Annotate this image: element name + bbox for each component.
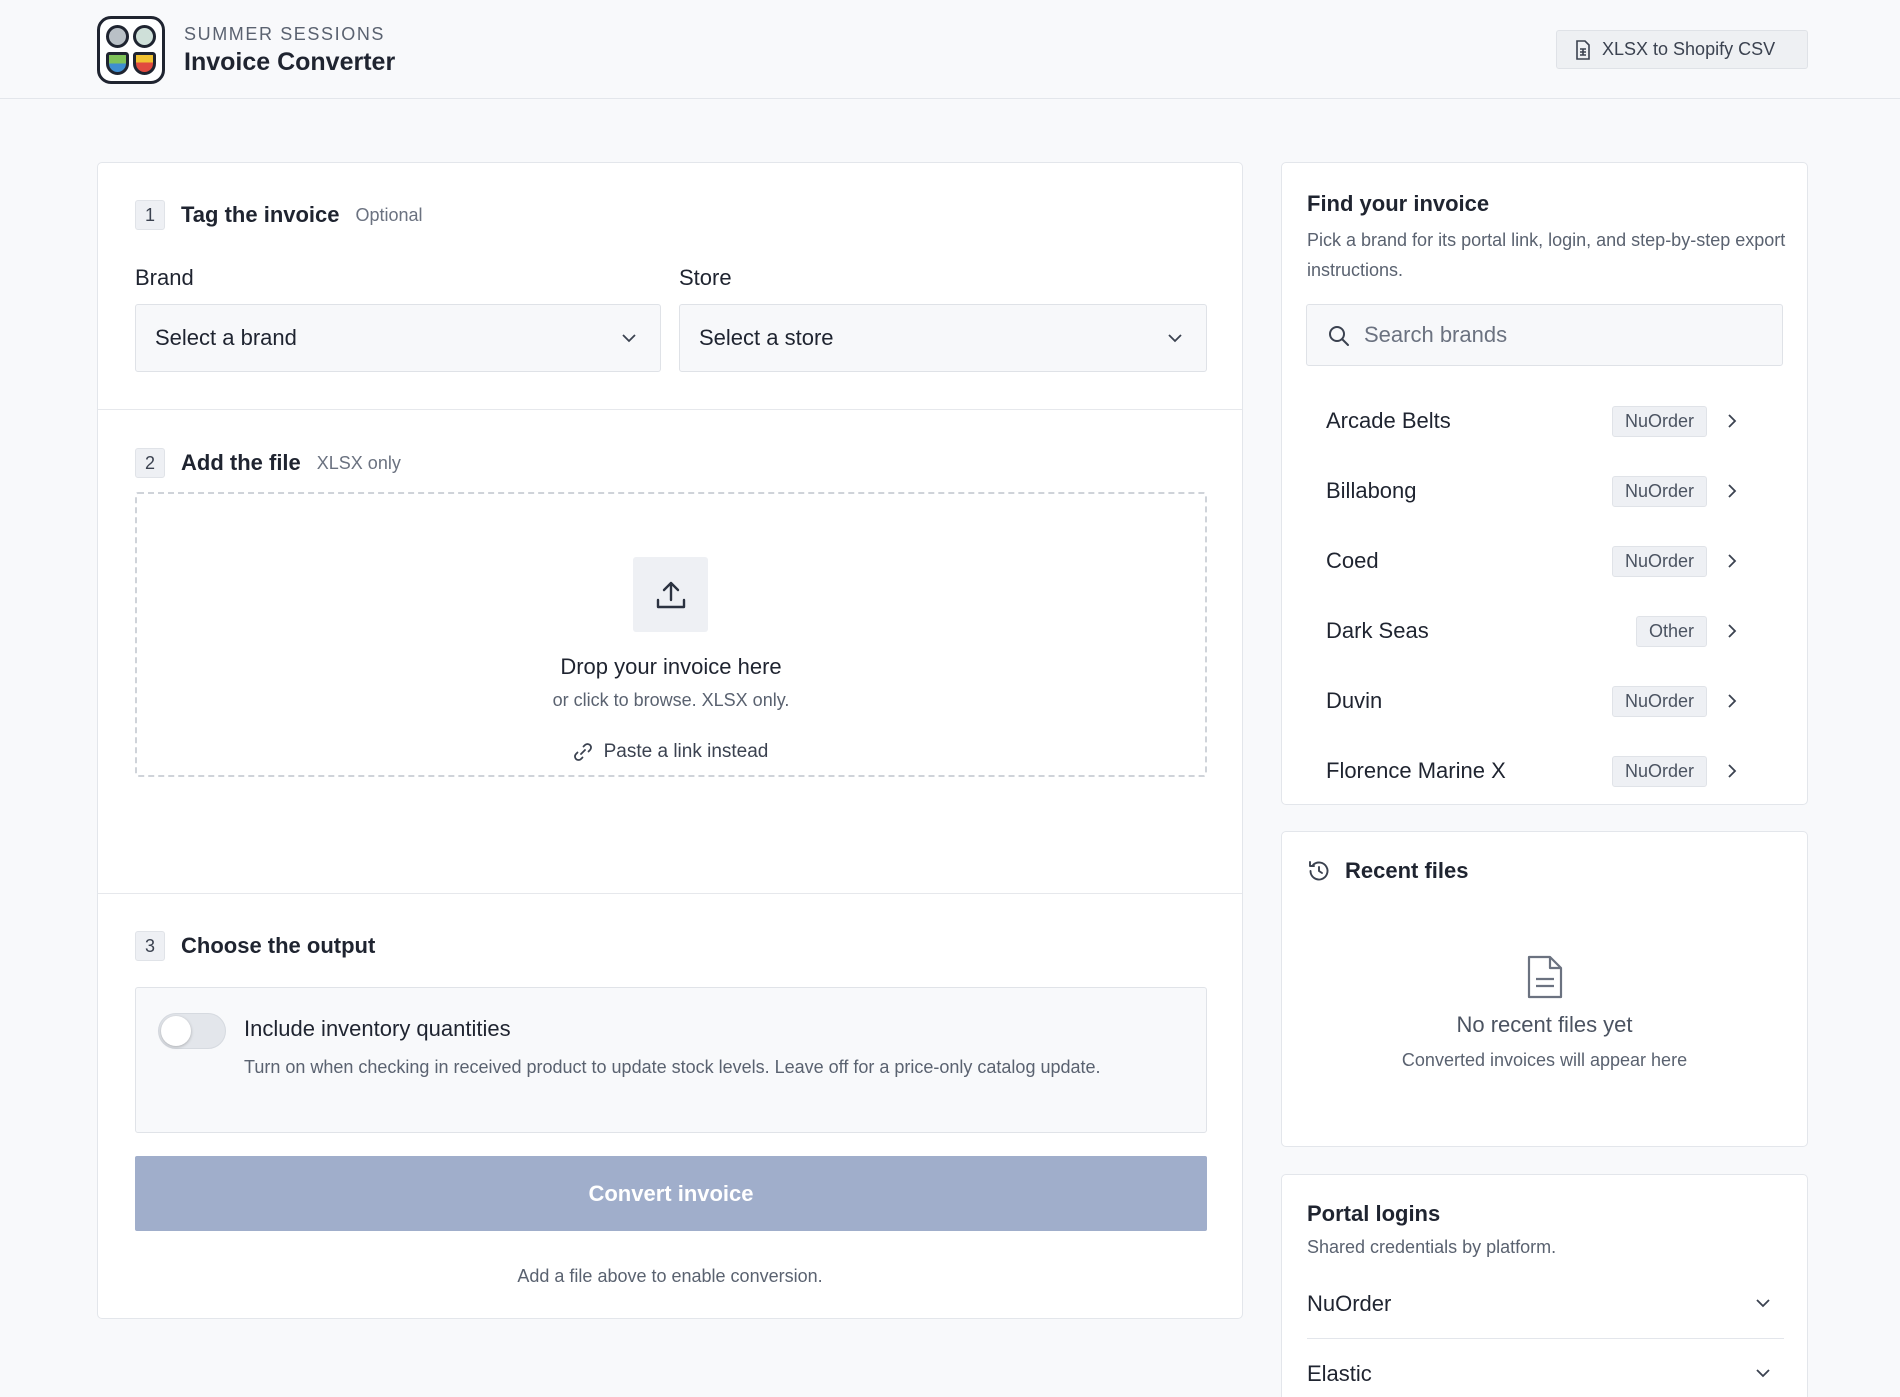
chevron-right-icon [1728, 414, 1737, 428]
search-icon [1329, 326, 1349, 346]
step-1-header: 1 Tag the invoice Optional [135, 200, 423, 230]
history-icon [1309, 861, 1329, 881]
step-number: 2 [135, 448, 165, 478]
link-icon [573, 743, 592, 761]
brand-name: Florence Marine X [1326, 758, 1506, 783]
brand-row[interactable]: Duvin NuOrder [1282, 666, 1807, 736]
portal-logins-description: Shared credentials by platform. [1307, 1237, 1557, 1257]
platform-tag: NuOrder [1611, 755, 1707, 787]
convert-invoice-button[interactable]: Convert invoice [135, 1156, 1207, 1231]
inventory-title: Include inventory quantities [244, 1016, 511, 1041]
choose-output-section: 3 Choose the output Include inventory qu… [98, 894, 1242, 1320]
portal-accordion-elastic[interactable]: Elastic [1307, 1339, 1784, 1397]
summer-sessions-logo [97, 16, 165, 84]
brand-select[interactable]: Select a brand [135, 304, 661, 372]
inventory-description: Turn on when checking in received produc… [244, 1057, 1101, 1077]
step-number: 1 [135, 200, 165, 230]
find-invoice-card: Find your invoice Pick a brand for its p… [1281, 162, 1808, 805]
brand-name: Dark Seas [1326, 618, 1429, 643]
platform-tag: NuOrder [1611, 475, 1707, 507]
recent-files-title: Recent files [1345, 858, 1469, 883]
empty-state-subtitle: Converted invoices will appear here [1401, 1050, 1688, 1070]
step-title: Choose the output [181, 933, 376, 958]
chevron-down-icon [622, 334, 636, 343]
brand-name: Arcade Belts [1326, 408, 1451, 433]
find-invoice-description: Pick a brand for its portal link, login,… [1307, 230, 1786, 280]
conversion-mode-label: XLSX to Shopify CSV [1602, 39, 1776, 59]
brand-search-input[interactable] [1364, 305, 1764, 365]
brand-row[interactable]: Dark Seas Other [1282, 596, 1807, 666]
step-3-header: 3 Choose the output [135, 931, 391, 961]
chevron-right-icon [1728, 764, 1737, 778]
conversion-mode-badge[interactable]: XLSX to Shopify CSV [1556, 30, 1808, 69]
brand-label: Brand [135, 265, 194, 290]
portal-name: NuOrder [1307, 1290, 1392, 1316]
paste-link-label: Paste a link instead [603, 741, 769, 762]
portal-logins-title: Portal logins [1307, 1201, 1441, 1226]
converter-card: 1 Tag the invoice Optional Brand Select … [97, 162, 1243, 1319]
spreadsheet-file-icon [1576, 39, 1590, 60]
brand-search[interactable] [1306, 304, 1783, 366]
paste-link-button[interactable]: Paste a link instead [98, 741, 1242, 763]
chevron-right-icon [1728, 484, 1737, 498]
brand-list: Arcade Belts NuOrder Billabong NuOrder C… [1282, 386, 1807, 804]
app-header: SUMMER SESSIONS Invoice Converter XLSX t… [0, 0, 1900, 99]
brand-select-value: Select a brand [155, 325, 297, 350]
store-label: Store [679, 265, 732, 290]
empty-state-title: No recent files yet [1456, 1012, 1633, 1037]
portal-accordion-nuorder[interactable]: NuOrder [1307, 1269, 1784, 1339]
app-title: Invoice Converter [184, 48, 396, 76]
portal-name: Elastic [1307, 1361, 1372, 1386]
recent-files-header: Recent files [1307, 858, 1469, 884]
brand-name: Billabong [1326, 478, 1417, 503]
brand-row[interactable]: Billabong NuOrder [1282, 456, 1807, 526]
step-title: Tag the invoice [181, 202, 340, 227]
brand-row[interactable]: Coed NuOrder [1282, 526, 1807, 596]
step-number: 3 [135, 931, 165, 961]
platform-tag: NuOrder [1611, 405, 1707, 437]
tag-invoice-section: 1 Tag the invoice Optional Brand Select … [98, 163, 1242, 410]
brand-kicker: SUMMER SESSIONS [184, 24, 386, 44]
platform-tag: NuOrder [1611, 545, 1707, 577]
brand-name: Duvin [1326, 688, 1383, 713]
brand-name: Coed [1326, 548, 1379, 573]
chevron-right-icon [1728, 624, 1737, 638]
document-icon [1527, 955, 1563, 999]
convert-hint: Add a file above to enable conversion. [517, 1266, 823, 1286]
find-invoice-title: Find your invoice [1307, 191, 1490, 216]
brand-row[interactable]: Florence Marine X NuOrder [1282, 736, 1807, 804]
step-2-header: 2 Add the file XLSX only [135, 448, 401, 478]
store-select-value: Select a store [699, 325, 834, 350]
chevron-right-icon [1728, 694, 1737, 708]
inventory-toggle[interactable] [158, 1013, 226, 1049]
platform-tag: NuOrder [1611, 685, 1707, 717]
recent-files-card: Recent files No recent files yet Convert… [1281, 831, 1808, 1147]
upload-icon-box [633, 557, 708, 632]
dropzone-subtitle: or click to browse. XLSX only. [552, 690, 790, 710]
inventory-option: Include inventory quantities Turn on whe… [135, 987, 1207, 1133]
portal-logins-card: Portal logins Shared credentials by plat… [1281, 1174, 1808, 1397]
store-select[interactable]: Select a store [679, 304, 1207, 372]
add-file-section: 2 Add the file XLSX only Drop your invoi… [98, 410, 1242, 894]
file-dropzone[interactable]: Drop your invoice here or click to brows… [135, 492, 1207, 777]
upload-icon [656, 581, 685, 608]
brand-row[interactable]: Arcade Belts NuOrder [1282, 386, 1807, 456]
chevron-down-icon [1756, 1299, 1770, 1308]
chevron-down-icon [1168, 334, 1182, 343]
chevron-right-icon [1728, 554, 1737, 568]
step-subtitle: XLSX only [316, 452, 401, 473]
dropzone-title: Drop your invoice here [560, 654, 782, 679]
step-subtitle: Optional [355, 204, 423, 225]
platform-tag: Other [1635, 615, 1707, 647]
toggle-knob [161, 1016, 191, 1046]
chevron-down-icon [1756, 1369, 1770, 1378]
step-title: Add the file [181, 450, 301, 475]
